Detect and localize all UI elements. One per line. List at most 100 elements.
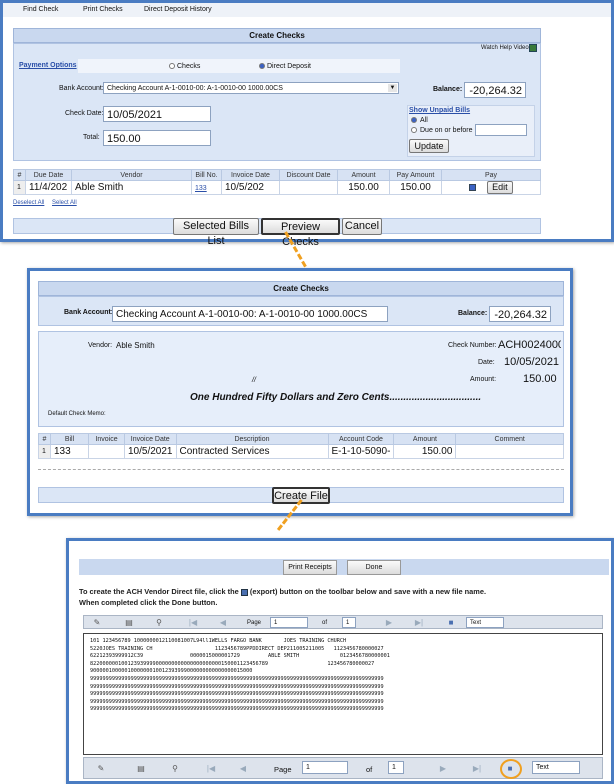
first-page-icon[interactable]: |◀: [188, 619, 198, 627]
next-page-icon[interactable]: ▶: [438, 765, 448, 773]
toggle-tree-icon[interactable]: ✎: [92, 619, 102, 627]
report-toolbar-top: ✎ ▤ ⚲ |◀ ◀ Page 1 of 1 ▶ ▶| ■ Text: [83, 615, 603, 629]
print-icon[interactable]: ▤: [136, 765, 146, 773]
check-slash-mark: //: [252, 377, 256, 384]
row-invoice: [88, 444, 125, 459]
row-num: 1: [38, 444, 51, 459]
direct-deposit-radio[interactable]: [259, 63, 265, 69]
total-label: Total:: [83, 134, 100, 141]
checks-option-label: Checks: [177, 63, 201, 70]
prev-page-icon[interactable]: ◀: [218, 619, 228, 627]
selected-bills-list-button[interactable]: Selected Bills List: [173, 218, 259, 247]
preview-balance-label: Balance:: [458, 310, 488, 317]
due-before-date-input[interactable]: [475, 124, 527, 136]
check-number-label: Check Number:: [448, 342, 497, 349]
bills-table-header: # Due Date Vendor Bill No. Invoice Date …: [13, 169, 541, 181]
instruction-part-b: (export) button on the toolbar below and…: [249, 587, 487, 596]
menu-find-check[interactable]: Find Check: [23, 6, 58, 13]
video-icon[interactable]: [529, 44, 537, 52]
row-vendor: Able Smith: [71, 180, 192, 195]
row-pay: Edit: [441, 180, 541, 195]
all-option-label: All: [420, 117, 428, 124]
create-checks-panel: Find Check Print Checks Direct Deposit H…: [0, 0, 614, 248]
ach-line: 9999999999999999999999999999999999999999…: [90, 683, 384, 690]
export-icon: [240, 588, 248, 596]
page-input[interactable]: 1: [270, 617, 308, 628]
of-label: of: [322, 620, 328, 626]
pay-checkbox[interactable]: [469, 184, 477, 191]
amount-label: Amount:: [470, 376, 497, 383]
col-account-code: Account Code: [327, 433, 395, 445]
page-label: Page: [274, 765, 292, 774]
ach-line: 9999999999999999999999999999999999999999…: [90, 698, 384, 705]
print-icon[interactable]: ▤: [124, 619, 134, 627]
check-date-input[interactable]: 10/05/2021: [103, 106, 211, 122]
col-num: #: [38, 433, 51, 445]
bills-table: # Due Date Vendor Bill No. Invoice Date …: [13, 169, 541, 195]
prev-page-icon[interactable]: ◀: [238, 765, 248, 773]
first-page-icon[interactable]: |◀: [206, 765, 216, 773]
col-bill: Bill: [50, 433, 89, 445]
ach-line: 9999999999999999999999999999999999999999…: [90, 675, 384, 682]
payment-options-label: Payment Options: [19, 62, 77, 69]
edit-button[interactable]: Edit: [486, 181, 513, 194]
preview-checks-panel: Create Checks Bank Account: Checking Acc…: [27, 268, 573, 516]
export-icon[interactable]: ■: [505, 765, 515, 773]
col-amount: Amount: [393, 433, 457, 445]
row-invoice-date: 10/5/202: [221, 180, 280, 195]
cancel-button[interactable]: Cancel: [342, 218, 382, 235]
of-value: 1: [342, 617, 356, 628]
menu-print-checks[interactable]: Print Checks: [83, 6, 123, 13]
row-bill-no[interactable]: 133: [191, 180, 222, 195]
bank-account-select[interactable]: Checking Account A-1-0010-00: A-1-0010-0…: [103, 82, 399, 94]
amount-in-words: One Hundred Fifty Dollars and Zero Cents…: [190, 392, 482, 403]
row-amount: 150.00: [393, 444, 457, 459]
all-radio[interactable]: [411, 117, 417, 123]
page-input[interactable]: 1: [302, 761, 348, 774]
checks-radio[interactable]: [169, 63, 175, 69]
payment-options-strip: [78, 59, 400, 73]
ach-line: 9000001000001000000010012393999000000000…: [90, 668, 253, 675]
check-lines-header: # Bill Invoice Invoice Date Description …: [38, 433, 564, 445]
preview-balance-field: -20,264.32: [489, 306, 551, 322]
direct-deposit-option-label: Direct Deposit: [267, 63, 311, 70]
menu-direct-deposit-history[interactable]: Direct Deposit History: [144, 6, 212, 13]
col-discount-date: Discount Date: [279, 169, 338, 181]
find-icon[interactable]: ⚲: [170, 765, 180, 773]
page-title: Create Checks: [13, 28, 541, 43]
export-icon-highlight[interactable]: ■: [500, 759, 522, 779]
preview-checks-button[interactable]: Preview Checks: [261, 218, 340, 248]
update-button[interactable]: Update: [409, 139, 449, 153]
ach-line: 62212393999912C39 0000015000001729 ABLE …: [90, 653, 390, 660]
preview-bank-account-label: Bank Account:: [64, 309, 114, 316]
due-before-label: Due on or before: [420, 127, 473, 134]
select-all-link[interactable]: Select All: [52, 200, 77, 206]
of-value: 1: [388, 761, 404, 774]
watch-help-video-link[interactable]: Watch Help Video!: [481, 45, 530, 51]
done-button[interactable]: Done: [347, 560, 401, 575]
format-select[interactable]: Text: [466, 617, 504, 628]
total-field: 150.00: [103, 130, 211, 146]
ach-line: 8220000001001239399990000000000000000000…: [90, 660, 375, 667]
ach-line: 9999999999999999999999999999999999999999…: [90, 691, 384, 698]
row-discount-date: [279, 180, 338, 195]
toggle-tree-icon[interactable]: ✎: [96, 765, 106, 773]
bill-no-link[interactable]: 133: [195, 185, 207, 192]
last-page-icon[interactable]: ▶|: [414, 619, 424, 627]
last-page-icon[interactable]: ▶|: [472, 765, 482, 773]
print-receipts-button[interactable]: Print Receipts: [283, 560, 337, 575]
col-description: Description: [175, 433, 329, 445]
format-select[interactable]: Text: [532, 761, 580, 774]
balance-field: -20,264.32: [464, 82, 526, 98]
export-icon[interactable]: ■: [446, 619, 456, 627]
ach-output-box: 101 123456789 1000000012110081007L94ll1W…: [83, 633, 603, 755]
check-number-value: ACH0024000: [498, 339, 561, 351]
row-pay-amount: 150.00: [389, 180, 442, 195]
deselect-all-link[interactable]: Deselect All: [13, 200, 44, 206]
next-page-icon[interactable]: ▶: [384, 619, 394, 627]
row-invoice-date: 10/5/2021: [124, 444, 177, 459]
row-account-code: E-1-10-5090-: [327, 444, 395, 459]
find-icon[interactable]: ⚲: [154, 619, 164, 627]
instruction-line-2: When completed click the Done button.: [79, 598, 218, 607]
due-before-radio[interactable]: [411, 127, 417, 133]
